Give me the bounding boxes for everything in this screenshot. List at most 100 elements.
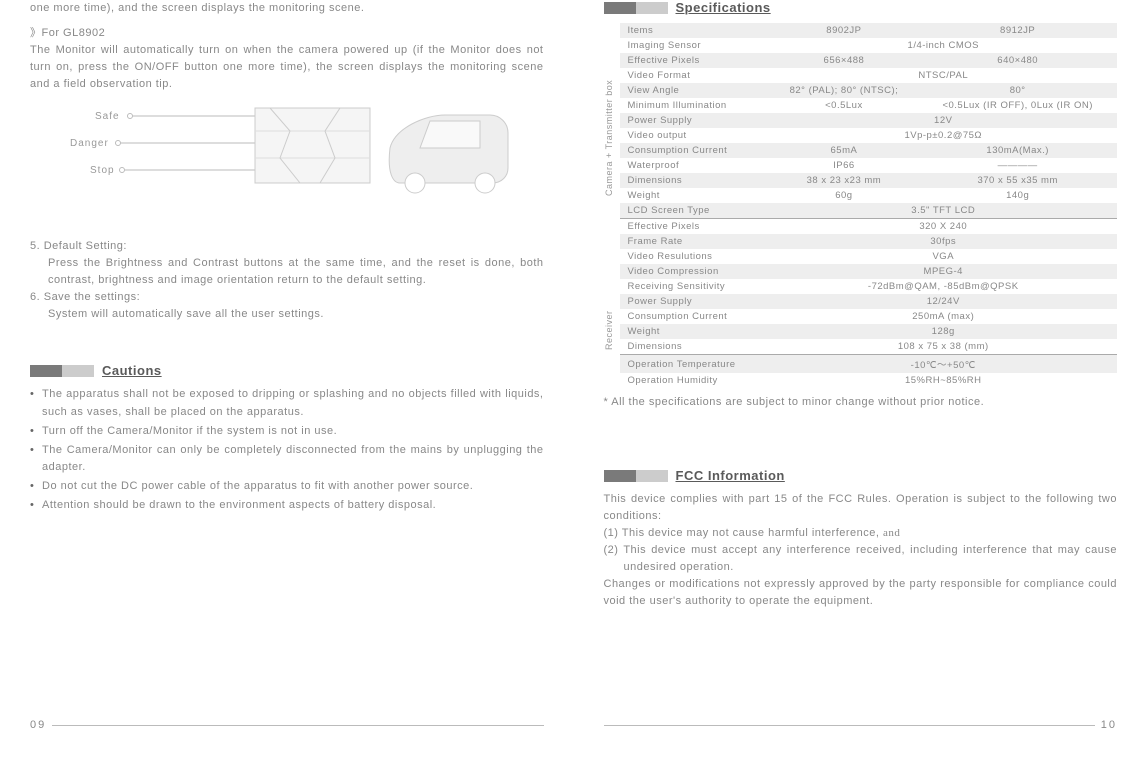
table-row: Weight128g [620, 324, 1118, 339]
fcc-cond-2: (2) This device must accept any interfer… [604, 542, 1118, 576]
spec-value: 82° (PAL); 80° (NTSC); [770, 83, 919, 98]
table-row: Effective Pixels656×488640×480 [620, 53, 1118, 68]
for-body: The Monitor will automatically turn on w… [30, 42, 544, 93]
heading-bar-light [62, 365, 94, 377]
table-row: Video output1Vp-p±0.2@75Ω [620, 128, 1118, 143]
spec-label: Waterproof [620, 158, 770, 173]
item-5-head: 5. Default Setting: [30, 238, 544, 255]
spec-label: Effective Pixels [620, 219, 770, 235]
heading-bar-light [636, 2, 668, 14]
table-row: WaterproofIP66———— [620, 158, 1118, 173]
spec-table: Items8902JP8912JPImaging Sensor1/4-inch … [620, 23, 1118, 388]
spec-value: 12V [770, 113, 1118, 128]
spec-table-wrap: Camera + Transmitter box Receiver Items8… [604, 23, 1118, 388]
spec-label: Video Format [620, 68, 770, 83]
spec-label: Operation Humidity [620, 373, 770, 388]
spec-value: 65mA [770, 143, 919, 158]
table-row: Operation Temperature-10℃～+50℃ [620, 355, 1118, 374]
page-right: Specifications Camera + Transmitter box … [574, 0, 1147, 759]
page-number: 10 [1101, 719, 1117, 731]
table-row: Weight60g140g [620, 188, 1118, 203]
spec-label: Receiving Sensitivity [620, 279, 770, 294]
spec-label: Video Resulutions [620, 249, 770, 264]
spec-value: 656×488 [770, 53, 919, 68]
spec-label: Items [620, 23, 770, 38]
page-number: 09 [30, 719, 46, 731]
spec-value: 370 x 55 x35 mm [918, 173, 1117, 188]
spec-label: Dimensions [620, 173, 770, 188]
table-row: Imaging Sensor1/4-inch CMOS [620, 38, 1118, 53]
spec-value: <0.5Lux [770, 98, 919, 113]
table-row: Consumption Current65mA130mA(Max.) [620, 143, 1118, 158]
spec-value: -72dBm@QAM, -85dBm@QPSK [770, 279, 1118, 294]
fcc-intro: This device complies with part 15 of the… [604, 491, 1118, 525]
spec-model: 8902JP [770, 23, 919, 38]
fcc-cond-1: (1) This device may not cause harmful in… [604, 525, 1118, 542]
table-row: Items8902JP8912JP [620, 23, 1118, 38]
cautions-list: The apparatus shall not be exposed to dr… [30, 386, 544, 515]
spec-label: Imaging Sensor [620, 38, 770, 53]
heading-bar-dark [30, 365, 62, 377]
for-heading: 》For GL8902 [30, 25, 544, 42]
intro-tail: one more time), and the screen displays … [30, 0, 544, 17]
fcc-body: Changes or modifications not expressly a… [604, 576, 1118, 610]
item-5-body: Press the Brightness and Contrast button… [30, 255, 544, 289]
spec-value: ———— [918, 158, 1117, 173]
table-row: Power Supply12V [620, 113, 1118, 128]
spec-label: Dimensions [620, 339, 770, 355]
table-row: View Angle82° (PAL); 80° (NTSC);80° [620, 83, 1118, 98]
spec-title: Specifications [676, 0, 771, 15]
caution-item: Attention should be drawn to the environ… [30, 497, 544, 514]
table-row: Dimensions108 x 75 x 38 (mm) [620, 339, 1118, 355]
table-row: Effective Pixels320 X 240 [620, 219, 1118, 235]
spec-value: 1/4-inch CMOS [770, 38, 1118, 53]
heading-bar-dark [604, 470, 636, 482]
spec-value: 3.5" TFT LCD [770, 203, 1118, 219]
spec-label: Consumption Current [620, 143, 770, 158]
footer-line [52, 725, 543, 726]
spec-value: 30fps [770, 234, 1118, 249]
spec-label: Consumption Current [620, 309, 770, 324]
spec-value: VGA [770, 249, 1118, 264]
spec-value: 320 X 240 [770, 219, 1118, 235]
heading-bar-light [636, 470, 668, 482]
fcc-heading: FCC Information [604, 468, 1118, 483]
diagram-svg [30, 103, 550, 228]
item-6-head: 6. Save the settings: [30, 289, 544, 306]
spec-value: 130mA(Max.) [918, 143, 1117, 158]
fcc-title: FCC Information [676, 468, 785, 483]
spec-label: Power Supply [620, 294, 770, 309]
heading-bar-dark [604, 2, 636, 14]
spec-value: -10℃～+50℃ [770, 355, 1118, 374]
spec-label: Frame Rate [620, 234, 770, 249]
spec-label: Video Compression [620, 264, 770, 279]
cautions-heading: Cautions [30, 363, 544, 378]
spec-value: <0.5Lux (IR OFF), 0Lux (IR ON) [918, 98, 1117, 113]
table-row: Consumption Current250mA (max) [620, 309, 1118, 324]
spec-value: IP66 [770, 158, 919, 173]
spec-label: Weight [620, 324, 770, 339]
table-row: Operation Humidity15%RH~85%RH [620, 373, 1118, 388]
table-row: Video FormatNTSC/PAL [620, 68, 1118, 83]
spec-value: 80° [918, 83, 1117, 98]
table-row: Minimum Illumination<0.5Lux<0.5Lux (IR O… [620, 98, 1118, 113]
fcc-and: and [883, 527, 900, 539]
spec-label: Weight [620, 188, 770, 203]
spec-value: 140g [918, 188, 1117, 203]
spec-label: Power Supply [620, 113, 770, 128]
fcc-1-text: (1) This device may not cause harmful in… [604, 527, 880, 539]
caution-item: Turn off the Camera/Monitor if the syste… [30, 423, 544, 440]
footer-line [604, 725, 1095, 726]
table-row: LCD Screen Type3.5" TFT LCD [620, 203, 1118, 219]
spec-value: MPEG-4 [770, 264, 1118, 279]
spec-label: Effective Pixels [620, 53, 770, 68]
spec-value: 250mA (max) [770, 309, 1118, 324]
spec-heading: Specifications [604, 0, 1118, 15]
item-6-body: System will automatically save all the u… [30, 306, 544, 323]
caution-item: The Camera/Monitor can only be completel… [30, 442, 544, 476]
table-row: Video ResulutionsVGA [620, 249, 1118, 264]
group-label-receiver: Receiver [604, 255, 614, 405]
page-footer-left: 09 [30, 719, 544, 739]
spec-value: 38 x 23 x23 mm [770, 173, 919, 188]
spec-value: 128g [770, 324, 1118, 339]
